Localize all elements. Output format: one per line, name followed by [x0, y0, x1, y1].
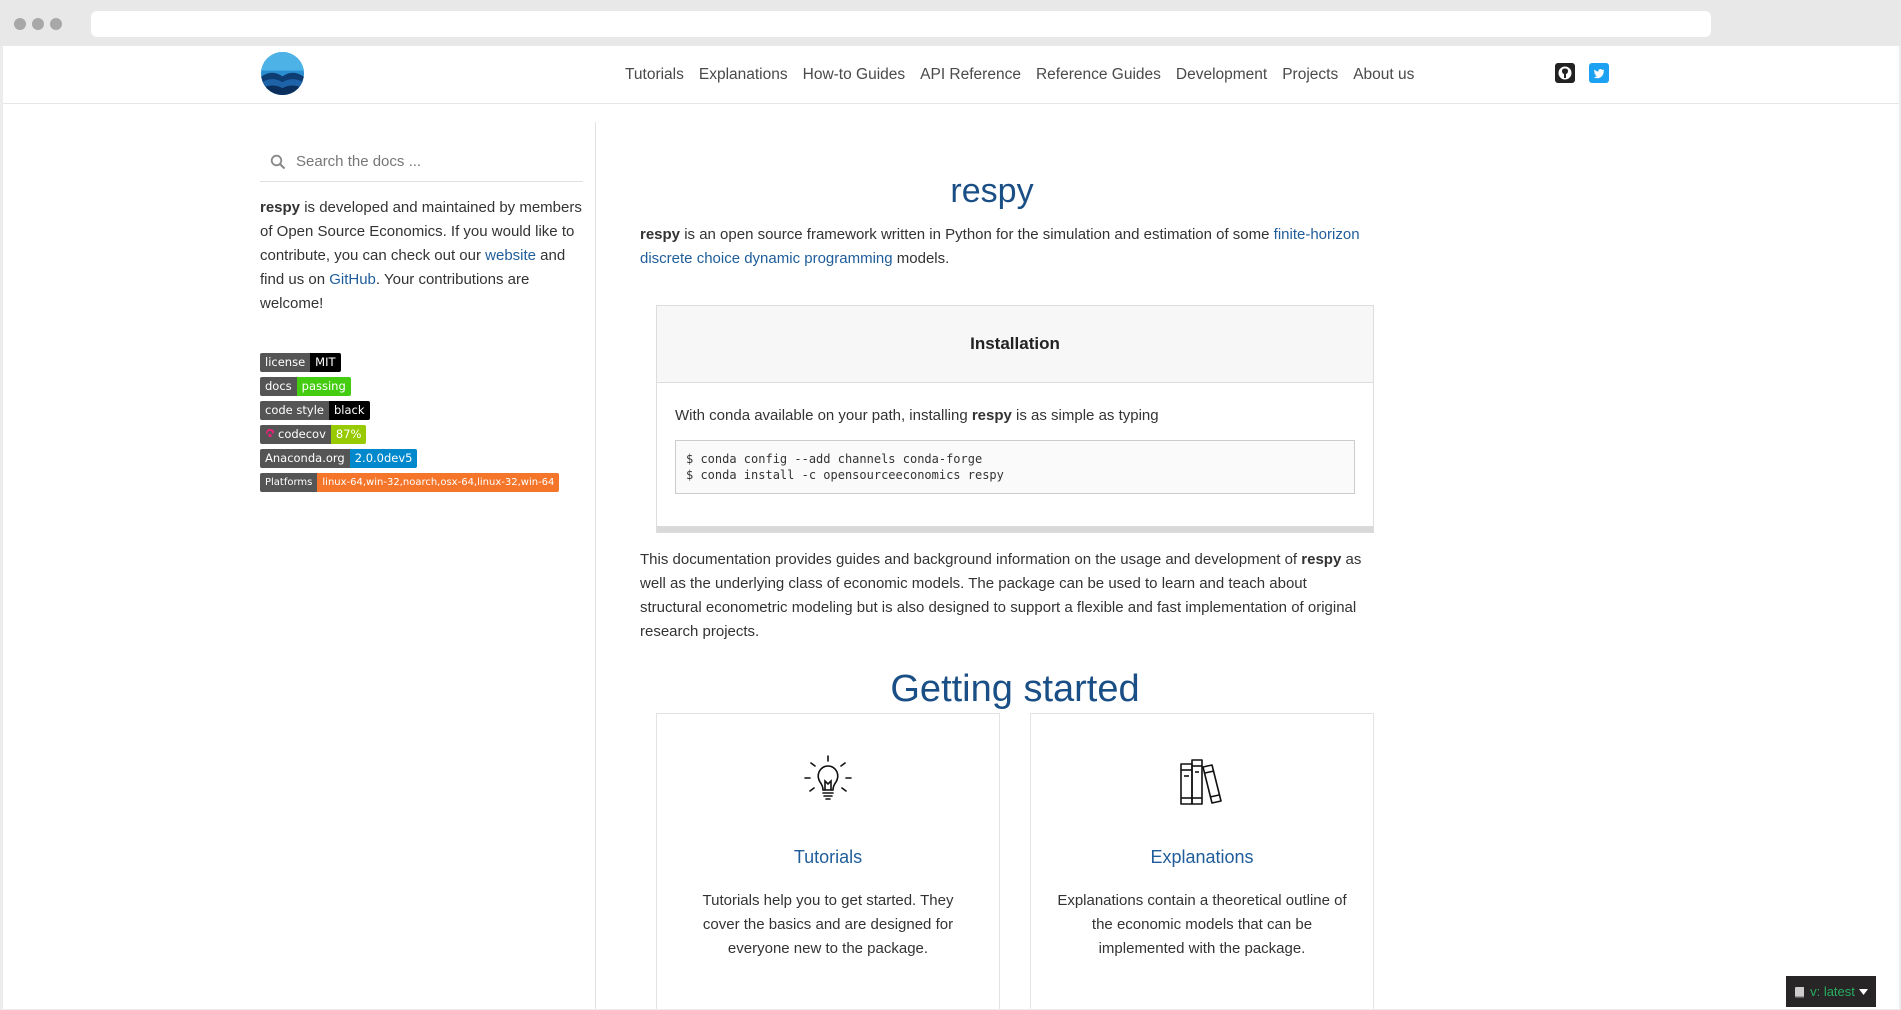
caret-down-icon — [1858, 988, 1868, 995]
search-icon — [270, 154, 286, 169]
badge-list: license MIT docs passing code style black c… — [260, 353, 583, 492]
nav-tutorials[interactable]: Tutorials — [625, 66, 684, 84]
badge-value: passing — [296, 377, 351, 396]
nav-api-reference[interactable]: API Reference — [920, 66, 1021, 84]
badge-value: MIT — [310, 353, 341, 372]
badge-label: docs — [260, 377, 297, 396]
badge-label: code style — [260, 401, 329, 420]
respy-logo[interactable] — [260, 51, 305, 96]
installation-card: Installation With conda available on you… — [656, 305, 1374, 533]
description-paragraph: This documentation provides guides and b… — [640, 548, 1370, 644]
page-title: respy — [950, 172, 1034, 210]
github-icon[interactable] — [1555, 63, 1575, 83]
badge-label: codecov — [260, 425, 331, 444]
window-close-dot[interactable] — [14, 18, 26, 30]
intro-text: models. — [892, 250, 950, 267]
website-link[interactable]: website — [485, 247, 536, 264]
explanations-card-text: Explanations contain a theoretical outli… — [1057, 892, 1347, 957]
brand-name: respy — [1301, 551, 1342, 568]
license-badge[interactable]: license MIT — [260, 353, 341, 372]
tutorials-card-title[interactable]: Tutorials — [657, 847, 999, 868]
intro-text: is an open source framework written in P… — [680, 226, 1274, 243]
badge-label-text: codecov — [278, 427, 326, 441]
brand-name: respy — [640, 226, 681, 243]
installation-body: With conda available on your path, insta… — [657, 383, 1373, 532]
badge-label: Anaconda.org — [260, 449, 350, 468]
version-selector[interactable]: v: latest — [1786, 976, 1876, 1007]
tutorials-card-text: Tutorials help you to get started. They … — [702, 892, 954, 957]
badge-label: Platforms — [260, 473, 318, 492]
about-text: respy is developed and maintained by mem… — [260, 196, 583, 316]
installation-text-part: With conda available on your path, insta… — [675, 407, 972, 424]
brand-name: respy — [971, 407, 1012, 424]
main-content: respy respy is an open source framework … — [640, 122, 1374, 711]
docs-badge[interactable]: docs passing — [260, 377, 351, 396]
sidebar-divider — [595, 122, 596, 1009]
intro-paragraph: respy is an open source framework writte… — [640, 223, 1370, 271]
nav-projects[interactable]: Projects — [1282, 66, 1338, 84]
explanations-card[interactable]: Explanations Explanations contain a theo… — [1030, 713, 1374, 1009]
main-navigation: Tutorials Explanations How-to Guides API… — [625, 46, 1429, 104]
search-box — [260, 142, 583, 182]
badge-label: license — [260, 353, 311, 372]
description-text: This documentation provides guides and b… — [640, 551, 1302, 568]
nav-about-us[interactable]: About us — [1353, 66, 1414, 84]
github-link[interactable]: GitHub — [329, 271, 376, 288]
version-label: v: latest — [1810, 984, 1855, 999]
tutorials-card[interactable]: Tutorials Tutorials help you to get star… — [656, 713, 1000, 1009]
search-input[interactable] — [296, 153, 556, 170]
installation-heading: Installation — [657, 306, 1373, 383]
install-code-block[interactable]: $ conda config --add channels conda-forg… — [675, 440, 1355, 494]
sidebar: respy is developed and maintained by mem… — [260, 142, 583, 497]
code-style-badge[interactable]: code style black — [260, 401, 370, 420]
explanations-card-title[interactable]: Explanations — [1031, 847, 1373, 868]
anaconda-badge[interactable]: Anaconda.org 2.0.0dev5 — [260, 449, 418, 468]
top-navbar: Tutorials Explanations How-to Guides API… — [3, 46, 1899, 104]
window-zoom-dot[interactable] — [50, 18, 62, 30]
getting-started-heading: Getting started — [890, 668, 1140, 710]
brand-name: respy — [260, 199, 301, 216]
lightbulb-icon — [804, 755, 852, 800]
browser-chrome — [0, 0, 1901, 46]
nav-explanations[interactable]: Explanations — [699, 66, 788, 84]
book-icon — [1795, 986, 1805, 997]
twitter-icon[interactable] — [1589, 63, 1609, 83]
platforms-badge[interactable]: Platforms linux-64,win-32,noarch,osx-64,l… — [260, 473, 560, 492]
badge-value: linux-64,win-32,noarch,osx-64,linux-32,w… — [317, 473, 560, 492]
address-bar[interactable] — [91, 11, 1711, 37]
codecov-badge[interactable]: codecov 87% — [260, 425, 367, 444]
badge-value: 2.0.0dev5 — [349, 449, 418, 468]
nav-how-to-guides[interactable]: How-to Guides — [803, 66, 906, 84]
page-viewport: Tutorials Explanations How-to Guides API… — [3, 46, 1899, 1009]
codecov-icon — [266, 429, 274, 438]
badge-value: 87% — [330, 425, 367, 444]
books-icon — [1180, 759, 1222, 805]
window-minimize-dot[interactable] — [32, 18, 44, 30]
installation-text-part: is as simple as typing — [1011, 407, 1159, 424]
installation-text: With conda available on your path, insta… — [675, 407, 1355, 424]
nav-reference-guides[interactable]: Reference Guides — [1036, 66, 1161, 84]
badge-value: black — [328, 401, 370, 420]
nav-development[interactable]: Development — [1176, 66, 1267, 84]
